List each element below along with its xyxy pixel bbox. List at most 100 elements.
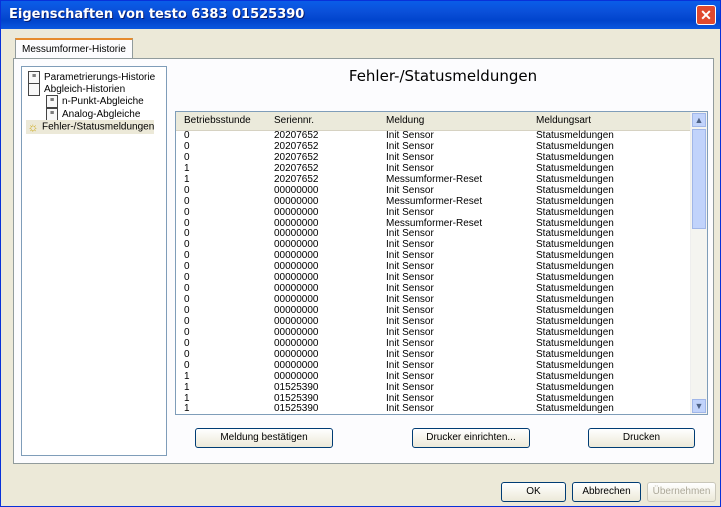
cell-meldung: Init Sensor (386, 359, 434, 371)
table-row[interactable]: 1 01525390 Init Sensor Statusmeldungen (176, 403, 691, 415)
document-icon: ≡ (46, 95, 58, 108)
cell-betriebsstunde: 1 (184, 173, 190, 185)
cell-meldung: Init Sensor (386, 272, 434, 284)
tree-item-label: Parametrierungs-Historie (44, 72, 156, 84)
cell-betriebsstunde: 0 (184, 195, 190, 207)
cell-seriennr: 00000000 (274, 326, 319, 338)
cell-seriennr: 00000000 (274, 359, 319, 371)
cell-seriennr: 00000000 (274, 195, 319, 207)
cell-betriebsstunde: 0 (184, 239, 190, 251)
history-tree: ≡ Parametrierungs-Historie Abgleich-Histo… (21, 66, 167, 456)
cell-seriennr: 00000000 (274, 283, 319, 295)
tree-item-fehler-statusmeldungen[interactable]: ☼ Fehler-/Statusmeldungen (26, 120, 155, 134)
cell-seriennr: 20207652 (274, 140, 319, 152)
cell-meldungsart: Statusmeldungen (536, 315, 614, 327)
scroll-down-icon[interactable]: ▼ (692, 399, 706, 413)
cell-seriennr: 01525390 (274, 381, 319, 393)
cell-meldung: Init Sensor (386, 337, 434, 349)
cell-meldung: Messumformer-Reset (386, 173, 483, 185)
cell-seriennr: 00000000 (274, 239, 319, 251)
cell-meldung: Init Sensor (386, 326, 434, 338)
cell-seriennr: 00000000 (274, 370, 319, 382)
tree-item-n-punkt-abgleiche[interactable]: ≡ n-Punkt-Abgleiche (46, 95, 144, 108)
cell-meldung: Init Sensor (386, 370, 434, 382)
cell-meldung: Init Sensor (386, 283, 434, 295)
table-body: 0 20207652 Init Sensor Statusmeldungen 0 2020… (176, 130, 691, 415)
cell-meldung: Init Sensor (386, 261, 434, 273)
cell-betriebsstunde: 0 (184, 261, 190, 273)
tree-item-label: n-Punkt-Abgleiche (62, 96, 144, 108)
column-header-meldung[interactable]: Meldung (386, 115, 424, 126)
folder-icon (28, 83, 40, 96)
cell-betriebsstunde: 0 (184, 283, 190, 295)
table-row[interactable]: 0 00000000 Init Sensor Statusmeldungen (176, 206, 691, 219)
tab-messumformer-historie[interactable]: Messumformer-Historie (15, 38, 133, 60)
table-row[interactable]: 1 01525390 Init Sensor Statusmeldungen (176, 381, 691, 394)
cell-betriebsstunde: 0 (184, 206, 190, 218)
cell-meldung: Messumformer-Reset (386, 195, 483, 207)
cell-meldung: Init Sensor (386, 206, 434, 218)
cell-meldung: Init Sensor (386, 130, 434, 141)
cell-meldungsart: Statusmeldungen (536, 305, 614, 316)
scroll-up-icon[interactable]: ▲ (692, 113, 706, 127)
cell-betriebsstunde: 0 (184, 315, 190, 327)
confirm-message-button[interactable]: Meldung bestätigen (195, 428, 333, 448)
column-header-meldungsart[interactable]: Meldungsart (536, 115, 591, 126)
cell-meldung: Init Sensor (386, 305, 434, 316)
title-bar[interactable]: Eigenschaften von testo 6383 01525390 ✕ (1, 1, 720, 29)
column-header-seriennr[interactable]: Seriennr. (274, 115, 314, 126)
cell-betriebsstunde: 0 (184, 184, 190, 196)
cell-seriennr: 01525390 (274, 403, 319, 415)
cell-betriebsstunde: 0 (184, 250, 190, 262)
cell-meldung: Init Sensor (386, 381, 434, 393)
window-title: Eigenschaften von testo 6383 01525390 (9, 7, 305, 22)
scroll-thumb[interactable] (692, 129, 706, 229)
table-row[interactable]: 0 00000000 Init Sensor Statusmeldungen (176, 359, 691, 372)
cell-meldungsart: Statusmeldungen (536, 403, 614, 415)
vertical-scrollbar[interactable]: ▲ ▼ (690, 112, 707, 414)
cell-meldung: Init Sensor (386, 228, 434, 240)
apply-button[interactable]: Übernehmen (647, 482, 716, 502)
table-row[interactable]: 0 00000000 Init Sensor Statusmeldungen (176, 184, 691, 197)
cell-seriennr: 00000000 (274, 294, 319, 306)
cell-betriebsstunde: 0 (184, 272, 190, 284)
cell-meldungsart: Statusmeldungen (536, 195, 614, 207)
cell-betriebsstunde: 0 (184, 359, 190, 371)
cell-meldung: Init Sensor (386, 315, 434, 327)
cell-seriennr: 20207652 (274, 130, 319, 141)
cell-meldungsart: Statusmeldungen (536, 294, 614, 306)
cell-seriennr: 00000000 (274, 348, 319, 360)
cell-meldungsart: Statusmeldungen (536, 184, 614, 196)
cell-meldungsart: Statusmeldungen (536, 337, 614, 349)
cell-seriennr: 00000000 (274, 206, 319, 218)
cell-betriebsstunde: 1 (184, 403, 190, 415)
table-header: Betriebsstunde Seriennr. Meldung Meldung… (176, 112, 691, 131)
cell-meldung: Init Sensor (386, 294, 434, 306)
cell-seriennr: 00000000 (274, 184, 319, 196)
cell-meldungsart: Statusmeldungen (536, 261, 614, 273)
cell-betriebsstunde: 1 (184, 392, 190, 404)
cell-meldungsart: Statusmeldungen (536, 228, 614, 240)
cell-betriebsstunde: 1 (184, 162, 190, 174)
cell-meldungsart: Statusmeldungen (536, 348, 614, 360)
cell-meldungsart: Statusmeldungen (536, 381, 614, 393)
column-header-betriebsstunde[interactable]: Betriebsstunde (184, 115, 251, 126)
cancel-button[interactable]: Abbrechen (572, 482, 641, 502)
print-button[interactable]: Drucken (588, 428, 695, 448)
cell-meldungsart: Statusmeldungen (536, 239, 614, 251)
cell-betriebsstunde: 0 (184, 326, 190, 338)
printer-setup-button[interactable]: Drucker einrichten... (412, 428, 530, 448)
cell-betriebsstunde: 0 (184, 130, 190, 141)
cell-betriebsstunde: 0 (184, 337, 190, 349)
cell-meldungsart: Statusmeldungen (536, 326, 614, 338)
properties-dialog: Eigenschaften von testo 6383 01525390 ✕ … (0, 0, 721, 507)
cell-seriennr: 20207652 (274, 162, 319, 174)
table-row[interactable]: 0 00000000 Messumformer-Reset Statusmeldung… (176, 195, 691, 208)
table-row[interactable]: 1 00000000 Init Sensor Statusmeldungen (176, 370, 691, 383)
cell-meldungsart: Statusmeldungen (536, 359, 614, 371)
close-icon[interactable]: ✕ (696, 5, 716, 25)
cell-seriennr: 00000000 (274, 228, 319, 240)
cell-meldung: Init Sensor (386, 239, 434, 251)
cell-meldungsart: Statusmeldungen (536, 173, 614, 185)
ok-button[interactable]: OK (501, 482, 566, 502)
